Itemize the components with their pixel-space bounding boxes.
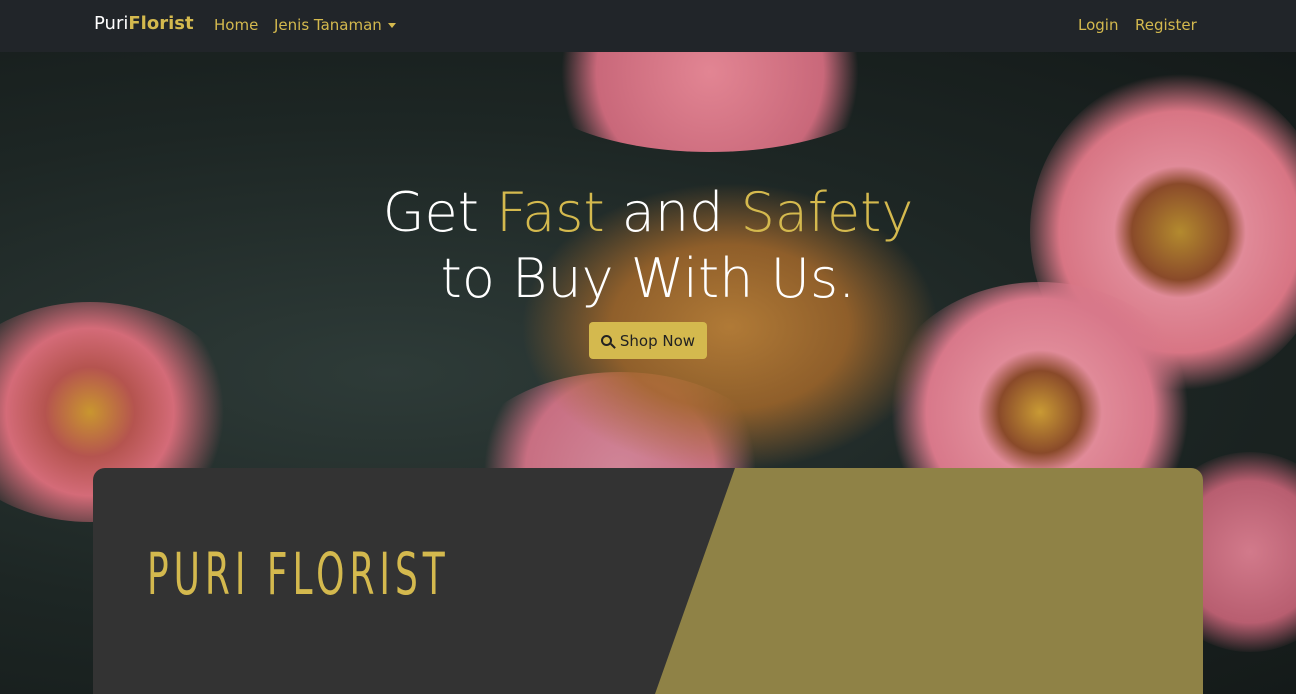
headline-accent-word: Fast (496, 181, 605, 244)
brand-banner: PURI FLORIST (93, 468, 1203, 694)
banner-logo-text: PURI FLORIST (147, 540, 450, 608)
shop-now-label: Shop Now (619, 331, 696, 350)
shop-now-button[interactable]: Shop Now (589, 322, 707, 359)
brand-suffix: Florist (128, 13, 194, 34)
caret-down-icon (387, 23, 396, 28)
nav-jenis-tanaman-dropdown[interactable]: Jenis Tanaman (274, 16, 396, 34)
headline-word: Get (382, 181, 497, 244)
headline-accent-word: Safety (740, 181, 914, 244)
nav-register-link[interactable]: Register (1135, 16, 1197, 34)
nav-login-link[interactable]: Login (1078, 16, 1118, 34)
hero-headline-line2: to Buy With Us. (440, 247, 856, 310)
top-navbar: PuriFlorist Home Jenis Tanaman Login Reg… (0, 0, 1296, 52)
brand-prefix: Puri (94, 13, 129, 34)
nav-home-link[interactable]: Home (214, 16, 258, 34)
brand-logo[interactable]: PuriFlorist (94, 13, 194, 34)
flower-image (520, 52, 900, 152)
hero-headline-line1: Get Fast and Safety (0, 186, 1296, 240)
headline-word: and (604, 181, 741, 244)
nav-jenis-label: Jenis Tanaman (274, 16, 382, 34)
search-icon (600, 335, 612, 346)
